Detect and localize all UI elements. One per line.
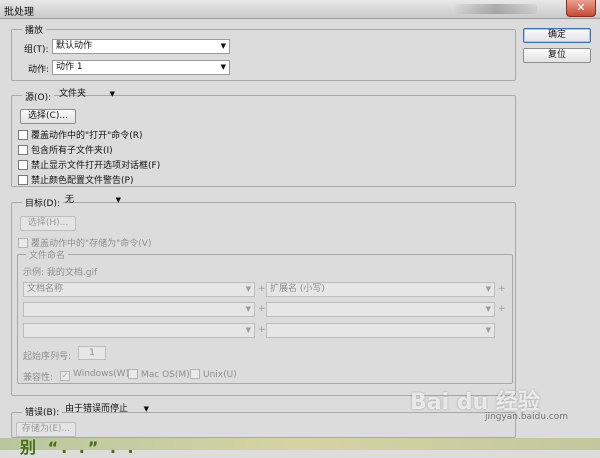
chevron-down-icon: ▼ xyxy=(245,305,251,313)
window-title: 批处理 xyxy=(4,7,34,18)
chevron-down-icon: ▼ xyxy=(220,63,226,71)
compat-windows-checkbox[interactable]: ✓ Windows(W) xyxy=(60,369,129,381)
destination-label: 目标(D): xyxy=(22,196,63,209)
plus-icon: + xyxy=(258,284,266,294)
compat-windows-label: Windows(W) xyxy=(73,369,130,379)
chevron-down-icon: ▼ xyxy=(245,285,251,293)
plus-icon: + xyxy=(258,304,266,314)
baidu-watermark-url: jingyan.baidu.com xyxy=(485,412,569,422)
plus-icon: + xyxy=(498,304,506,314)
close-button[interactable]: ✕ xyxy=(566,0,596,17)
checkbox-box xyxy=(18,160,28,170)
suppress-color-warnings-label: 禁止颜色配置文件警告(P) xyxy=(31,176,134,186)
naming-field-2[interactable]: 扩展名 (小写) ▼ xyxy=(266,282,495,297)
include-subfolders-checkbox[interactable]: 包含所有子文件夹(I) xyxy=(18,143,113,156)
naming-field-4[interactable]: ▼ xyxy=(266,302,495,317)
compat-unix-checkbox[interactable]: Unix(U) xyxy=(190,369,237,380)
suppress-open-options-label: 禁止显示文件打开选项对话框(F) xyxy=(31,161,161,171)
chevron-down-icon: ▼ xyxy=(485,305,491,313)
destination-select-value: 无 xyxy=(65,195,75,205)
checkbox-box xyxy=(190,369,200,379)
checkbox-box xyxy=(18,145,28,155)
file-naming-legend: 文件命名 xyxy=(26,248,69,261)
checkbox-box xyxy=(18,238,28,248)
source-choose-button[interactable]: 选择(C)... xyxy=(20,109,76,124)
chevron-down-icon: ▼ xyxy=(109,90,115,98)
title-bar: 批处理 ✕ xyxy=(0,0,600,19)
naming-example: 示例: 我的文档.gif xyxy=(23,268,98,278)
check-icon: ✓ xyxy=(60,371,70,381)
naming-field-2-value: 扩展名 (小写) xyxy=(270,284,325,294)
action-label: 动作: xyxy=(28,65,50,75)
compat-macos-checkbox[interactable]: Mac OS(M) xyxy=(128,369,190,380)
background-strip-text: 别 “. .” . . xyxy=(20,438,137,457)
chevron-down-icon: ▼ xyxy=(485,285,491,293)
errors-label: 错误(B): xyxy=(22,405,63,418)
naming-field-1-value: 文档名称 xyxy=(27,284,64,294)
compat-macos-label: Mac OS(M) xyxy=(141,370,190,380)
naming-field-1[interactable]: 文档名称 ▼ xyxy=(23,282,255,297)
chevron-down-icon: ▼ xyxy=(115,196,121,204)
naming-field-5[interactable]: ▼ xyxy=(23,323,255,338)
batch-dialog: 批处理 ✕ 确定 复位 播放 组(T): 默认动作 ▼ 动作: 动作 1 ▼ 源… xyxy=(0,0,600,457)
naming-field-6[interactable]: ▼ xyxy=(266,323,495,338)
chevron-down-icon: ▼ xyxy=(485,326,491,334)
ok-button[interactable]: 确定 xyxy=(523,28,591,43)
checkbox-box xyxy=(128,369,138,379)
errors-select[interactable]: 由于错误而停止 ▼ xyxy=(62,403,152,418)
naming-field-3[interactable]: ▼ xyxy=(23,302,255,317)
checkbox-box xyxy=(18,130,28,140)
include-subfolders-label: 包含所有子文件夹(I) xyxy=(31,146,113,156)
override-open-label: 覆盖动作中的"打开"命令(R) xyxy=(31,131,143,141)
action-select[interactable]: 动作 1 ▼ xyxy=(52,60,230,75)
serial-label: 起始序列号: xyxy=(23,352,72,362)
source-select-value: 文件夹 xyxy=(59,89,87,99)
set-select[interactable]: 默认动作 ▼ xyxy=(52,39,230,54)
compat-unix-label: Unix(U) xyxy=(203,370,237,380)
chevron-down-icon: ▼ xyxy=(220,42,226,50)
suppress-color-warnings-checkbox[interactable]: 禁止颜色配置文件警告(P) xyxy=(18,173,133,186)
destination-choose-button[interactable]: 选择(H)... xyxy=(20,216,76,231)
playback-legend: 播放 xyxy=(22,23,47,36)
plus-icon: + xyxy=(258,325,266,335)
chevron-down-icon: ▼ xyxy=(245,326,251,334)
checkbox-box xyxy=(18,175,28,185)
destination-select[interactable]: 无 ▼ xyxy=(62,194,124,209)
title-bar-decoration xyxy=(455,4,537,14)
source-select[interactable]: 文件夹 ▼ xyxy=(56,88,118,103)
serial-number-input[interactable]: 1 xyxy=(78,346,106,360)
override-open-checkbox[interactable]: 覆盖动作中的"打开"命令(R) xyxy=(18,128,143,141)
plus-icon: + xyxy=(498,284,506,294)
compat-label: 兼容性: xyxy=(23,373,54,383)
source-label: 源(O): xyxy=(22,90,55,103)
suppress-open-options-checkbox[interactable]: 禁止显示文件打开选项对话框(F) xyxy=(18,158,160,171)
chevron-down-icon: ▼ xyxy=(143,405,149,413)
action-select-value: 动作 1 xyxy=(56,62,83,72)
reset-button[interactable]: 复位 xyxy=(523,48,591,63)
set-label: 组(T): xyxy=(24,45,49,55)
errors-select-value: 由于错误而停止 xyxy=(65,404,129,414)
set-select-value: 默认动作 xyxy=(56,41,93,51)
